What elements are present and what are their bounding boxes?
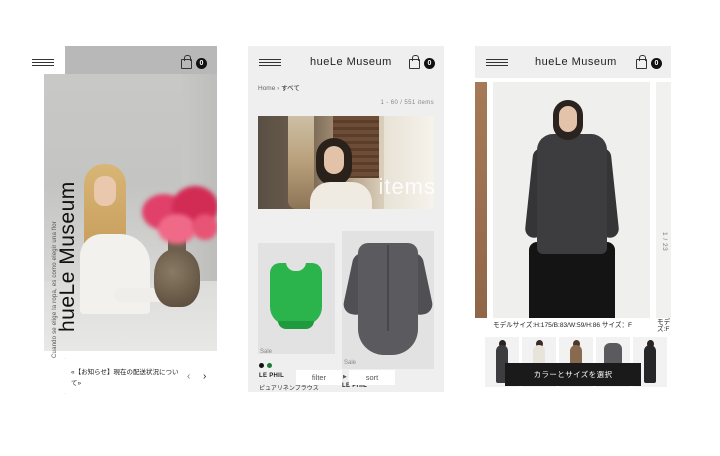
model-shirt [537,134,607,254]
filter-button[interactable]: filter [296,370,342,385]
breadcrumb-current: すべて [281,85,300,92]
cart-icon[interactable] [636,55,647,69]
product-green-top-hem [278,321,314,329]
sort-button[interactable]: sort [349,370,395,385]
product-main-image[interactable] [493,82,650,318]
brand-logo[interactable]: hueLe Museum [310,56,392,68]
model-size-info-peek: モデ ズ:F [657,319,671,333]
product-green-top [270,262,322,325]
cart-count-badge: 0 [424,58,435,69]
product-shirt-placket [387,245,389,331]
news-prev-icon[interactable]: ‹ [187,371,190,382]
cart-count-badge: 0 [651,58,662,69]
header-bar [65,46,217,74]
prev-image-peek[interactable] [475,82,487,318]
cart-icon[interactable] [181,55,192,69]
banner-title: items [378,174,434,199]
breadcrumb-home[interactable]: Home [258,85,275,92]
vertical-logo[interactable]: hueLe Museum [30,146,79,336]
select-color-size-button[interactable]: カラーとサイズを選択 [505,363,641,386]
home-screen: 0 Cuando se elige la ropa, es como elegi… [22,46,217,396]
product-image[interactable] [258,243,335,354]
hero-vase [154,249,200,307]
vertical-logo-text: hueLe Museum [56,181,79,332]
thumbnail-figure [644,345,656,383]
news-text[interactable]: «【お知らせ】現在の配送状況について» [71,367,183,389]
hero-model-body [80,234,150,314]
menu-icon[interactable] [259,59,281,66]
product-brand[interactable]: LE PHIL [259,373,284,379]
product-detail-screen: hueLe Museum 0 1 / 23 モデルサイズ:H:175/B:83/… [475,46,671,394]
menu-icon[interactable] [486,59,508,66]
hero-flower [158,214,196,244]
caret-right-icon: ▶ [343,374,347,380]
news-banner[interactable]: «【お知らせ】現在の配送状況について» ‹ › [65,359,217,393]
page-indicator: 1 / 23 [658,232,668,272]
brand-logo[interactable]: hueLe Museum [535,56,617,68]
model-face [559,106,577,132]
sale-badge: Sale [260,349,273,355]
hero-wall [182,74,217,281]
cart-icon[interactable] [409,55,420,69]
cart-count-badge: 0 [196,58,207,69]
product-image[interactable] [341,231,435,369]
page-indicator-text: 1 / 23 [661,232,668,252]
breadcrumb-separator: › [277,85,280,92]
breadcrumb: Home › すべて [258,82,300,92]
sale-badge: Sale [344,360,357,366]
category-banner[interactable]: items [258,116,434,209]
banner-model-face [324,146,344,174]
model-size-info: モデルサイズ:H:175/B:83/W:59/H:86 サイズ：F [493,322,633,329]
color-swatch[interactable] [259,363,264,368]
hero-model-face [94,176,116,206]
banner-model-body [310,182,372,209]
color-swatch[interactable] [267,363,272,368]
item-count: 1 - 60 / 551 items [380,100,434,106]
hero-flower [192,214,217,240]
next-image-peek[interactable]: 1 / 23 [656,82,671,318]
header-bar: hueLe Museum 0 [248,46,444,78]
product-list-screen: hueLe Museum 0 Home › すべて 1 - 60 / 551 i… [248,46,444,392]
header-bar: hueLe Museum 0 [475,46,671,78]
news-next-icon[interactable]: › [203,371,206,382]
menu-icon[interactable] [32,59,54,66]
